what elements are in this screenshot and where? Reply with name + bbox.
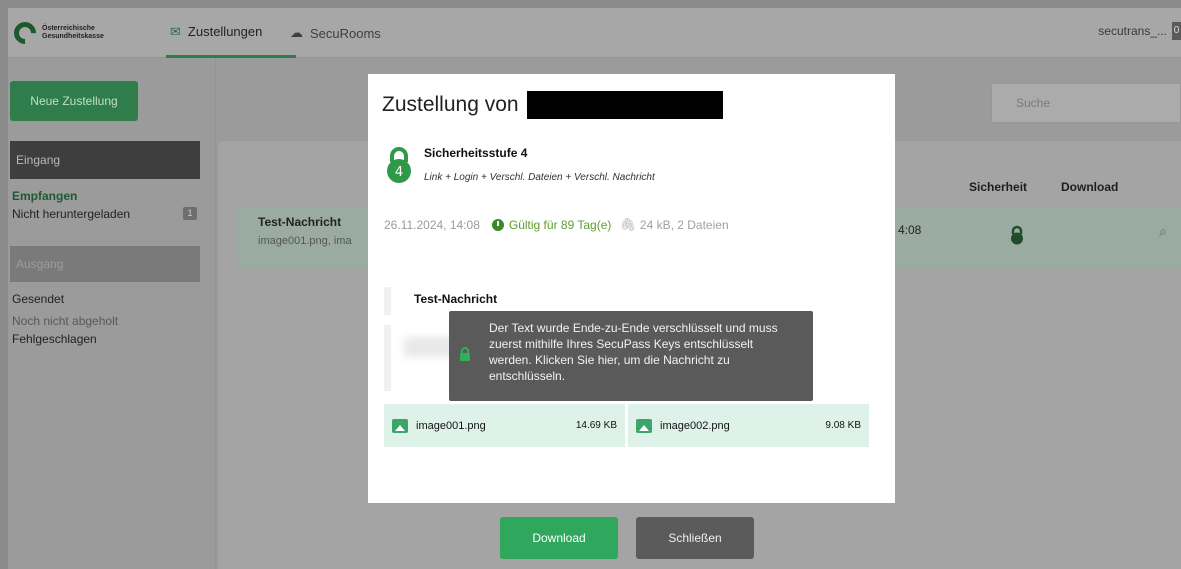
magnifier-icon[interactable]: ⌕: [1159, 223, 1167, 240]
lock-icon: [459, 346, 471, 366]
row-time: 4:08: [898, 223, 922, 237]
lock-icon: [1010, 225, 1024, 250]
sidebar-item-nicht-heruntergeladen[interactable]: Nicht heruntergeladen: [12, 207, 130, 221]
logo-line-1: Österreichische: [42, 25, 95, 32]
sidebar-item-fehlgeschlagen[interactable]: Fehlgeschlagen: [12, 332, 97, 346]
delivery-dialog: Zustellung von 4 Sicherheitsstufe 4 Link…: [368, 74, 895, 503]
top-bar: Österreichische Gesundheitskasse ✉ Zuste…: [8, 8, 1181, 58]
delivery-date: 26.11.2024, 14:08: [384, 218, 480, 232]
attachment-item[interactable]: image002.png 9.08 KB: [628, 404, 869, 447]
svg-text:4: 4: [395, 165, 403, 180]
attachment-name: image001.png: [416, 419, 486, 432]
download-button[interactable]: Download: [500, 517, 618, 559]
sidebar-item-empfangen[interactable]: Empfangen: [12, 189, 77, 203]
inbox-header[interactable]: Eingang: [10, 141, 200, 179]
row-subtitle: image001.png, ima: [258, 235, 352, 247]
cloud-icon: ☁: [290, 25, 303, 40]
column-header-security: Sicherheit: [969, 180, 1028, 194]
redacted-sender: [526, 91, 723, 119]
size-info: 🖇 24 kB, 2 Dateien: [619, 217, 728, 233]
logo-line-2: Gesundheitskasse: [42, 33, 104, 40]
logo-ring-icon: [9, 17, 41, 49]
decrypt-tooltip[interactable]: Der Text wurde Ende-zu-Ende verschlüssel…: [449, 311, 813, 401]
attachment-item[interactable]: image001.png 14.69 KB: [384, 404, 625, 447]
tab-securooms[interactable]: ☁ SecuRooms: [290, 8, 381, 58]
close-button[interactable]: Schließen: [636, 517, 754, 559]
validity: Gültig für 89 Tag(e): [491, 218, 612, 232]
validity-text: Gültig für 89 Tag(e): [508, 218, 612, 232]
logo-text: Österreichische Gesundheitskasse: [42, 25, 104, 41]
tab-securooms-label: SecuRooms: [310, 25, 381, 41]
count-badge: 1: [183, 207, 197, 220]
image-file-icon: [636, 418, 652, 433]
message-body-bar: [384, 325, 391, 391]
message-subject: Test-Nachricht: [414, 292, 498, 306]
message-bar: [384, 287, 391, 315]
security-level-description: Link + Login + Verschl. Dateien + Versch…: [424, 172, 655, 183]
user-menu[interactable]: secutrans_...: [1098, 24, 1167, 38]
user-badge: 0: [1172, 22, 1181, 40]
sidebar-item-gesendet[interactable]: Gesendet: [12, 292, 64, 306]
dialog-title: Zustellung von: [382, 91, 723, 119]
sidebar-divider: [215, 58, 216, 569]
attachment-name: image002.png: [660, 419, 730, 432]
clock-icon: [491, 219, 504, 231]
column-header-download: Download: [1061, 180, 1119, 194]
paperclip-icon: 🖇: [619, 217, 636, 232]
security-lock-icon: 4: [385, 146, 413, 189]
tooltip-text: Der Text wurde Ende-zu-Ende verschlüssel…: [489, 321, 778, 383]
new-delivery-button[interactable]: Neue Zustellung: [10, 81, 138, 121]
attachment-list: image001.png 14.69 KB image002.png 9.08 …: [384, 404, 869, 447]
tab-zustellungen[interactable]: ✉ Zustellungen: [166, 8, 296, 58]
row-title: Test-Nachricht: [258, 215, 342, 229]
brand-logo[interactable]: Österreichische Gesundheitskasse: [9, 17, 144, 49]
envelope-icon: ✉: [170, 23, 181, 39]
attachment-size: 9.08 KB: [825, 420, 861, 431]
attachment-size: 14.69 KB: [575, 420, 617, 431]
outbox-header[interactable]: Ausgang: [10, 246, 200, 282]
sidebar-item-noch-nicht-abgeholt[interactable]: Noch nicht abgeholt: [12, 314, 118, 328]
dialog-title-text: Zustellung von: [382, 93, 519, 116]
image-file-icon: [392, 418, 408, 433]
security-level-title: Sicherheitsstufe 4: [424, 146, 528, 160]
delivery-meta: 26.11.2024, 14:08 Gültig für 89 Tag(e) 🖇…: [384, 217, 729, 233]
search-input[interactable]: Suche: [991, 83, 1181, 123]
tab-zustellungen-label: Zustellungen: [187, 24, 263, 39]
size-text: 24 kB, 2 Dateien: [639, 218, 729, 232]
